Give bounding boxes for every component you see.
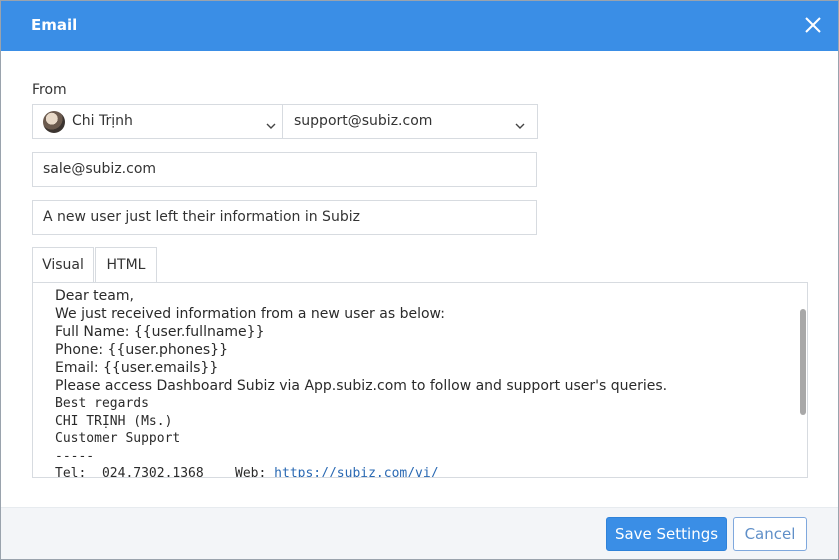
body-line: Email: {{user.emails}} [55,360,219,376]
dialog-footer: Save Settings Cancel [1,507,838,559]
dialog-title: Email [31,16,78,34]
signature-role: Customer Support [55,431,181,446]
sender-address: support@subiz.com [294,113,433,129]
signature-name: CHI TRỊNH (Ms.) [55,413,173,429]
web-label: Web: [235,466,267,478]
sender-select[interactable]: Chi Trịnh [32,104,282,139]
web-link[interactable]: https://subiz.com/vi/ [274,466,438,477]
email-dialog: Email From Chi Trịnh support@subiz.com s… [0,0,839,560]
tel-value: 024.7302.1368 [101,466,204,478]
save-settings-button[interactable]: Save Settings [606,517,727,551]
avatar [43,111,65,133]
tab-html[interactable]: HTML [95,247,157,284]
body-line: We just received information from a new … [55,306,445,322]
body-line: Dear team, [55,288,134,304]
subject-field[interactable]: A new user just left their information i… [32,200,537,235]
from-label: From [32,82,67,98]
tab-visual[interactable]: Visual [32,247,94,284]
dialog-header: Email [1,1,838,51]
sender-name: Chi Trịnh [72,113,133,129]
editor-scrollbar[interactable] [795,283,807,477]
to-email-field[interactable]: sale@subiz.com [32,152,537,187]
tel-label: Tel: [55,466,87,478]
signature-regards: Best regards [55,396,149,411]
body-line: Phone: {{user.phones}} [55,342,228,358]
body-line: Full Name: {{user.fullname}} [55,324,265,340]
scrollbar-thumb[interactable] [800,309,806,415]
body-line: Please access Dashboard Subiz via App.su… [55,378,668,394]
cancel-button[interactable]: Cancel [733,517,807,551]
email-body-content: Dear team, We just received information … [55,287,795,478]
signature-separator: ----- [55,448,95,464]
chevron-down-icon [515,118,525,134]
close-icon[interactable] [802,14,824,36]
chevron-down-icon [266,118,276,134]
email-body-editor[interactable]: Dear team, We just received information … [32,282,808,478]
signature-contact: Tel: 024.7302.1368 Web: https://subiz.co… [55,465,795,478]
sender-address-select[interactable]: support@subiz.com [282,104,538,139]
